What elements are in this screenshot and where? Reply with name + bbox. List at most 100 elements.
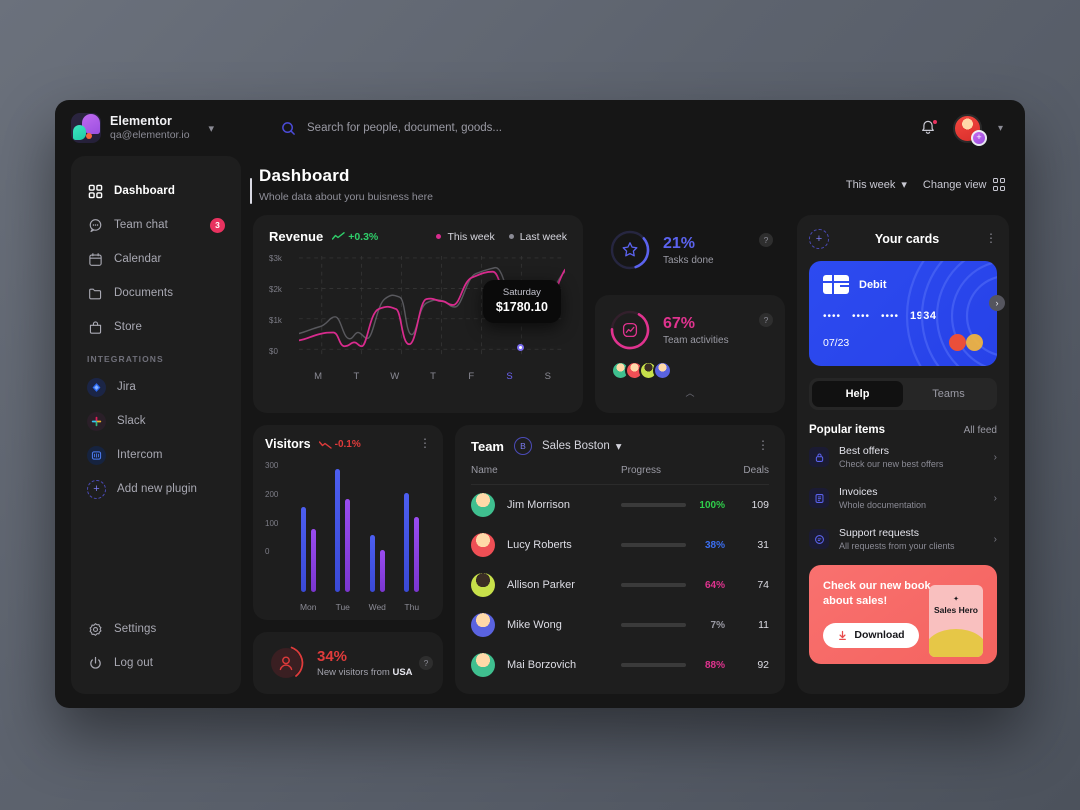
sidebar-item-intercom[interactable]: Intercom [71, 438, 241, 472]
kebab-menu-icon[interactable]: ⋮ [985, 232, 997, 244]
deals-value: 74 [757, 579, 769, 591]
popular-items-header: Popular items All feed [809, 424, 997, 436]
team-title: Team [471, 438, 504, 454]
grid-icon [87, 183, 103, 199]
tooltip-value: $1780.10 [495, 300, 548, 314]
sidebar-item-label: Calendar [114, 253, 162, 265]
topbar-actions: + ▾ [919, 113, 1003, 146]
bell-icon[interactable] [919, 119, 938, 137]
credit-cards-carousel: Debit •••• •••• •••• 1934 07/23 › [809, 249, 1005, 366]
add-card-button[interactable]: + [809, 229, 829, 249]
tasks-done-card[interactable]: 21% Tasks done ? [595, 215, 785, 285]
list-item-support-requests[interactable]: Support requests All requests from your … [809, 518, 997, 559]
table-row[interactable]: Mike Wong 7% 11 [471, 605, 769, 645]
search-input[interactable] [307, 122, 667, 134]
sidebar-item-log-out[interactable]: Log out [71, 646, 241, 680]
kebab-menu-icon[interactable]: ⋮ [419, 437, 431, 449]
plus-icon: + [972, 131, 985, 144]
credit-card[interactable]: Debit •••• •••• •••• 1934 07/23 [809, 261, 997, 366]
change-view-button[interactable]: Change view [923, 178, 1005, 191]
book-decoration [929, 629, 983, 657]
list-item-invoices[interactable]: Invoices Whole documentation › [809, 477, 997, 518]
chevron-down-icon[interactable]: ▾ [998, 123, 1003, 134]
book-cover: ✦ Sales Hero [929, 585, 983, 657]
revenue-card: Revenue +0.3% This week Last week $3k $2… [253, 215, 583, 413]
promo-text: Check our new book about sales! [823, 580, 931, 607]
avatar[interactable]: + [952, 113, 987, 146]
slack-icon [87, 411, 106, 431]
avatar [471, 573, 495, 597]
search-bar[interactable] [253, 121, 919, 136]
column-header-deals: Deals [743, 465, 769, 476]
trend-up-icon [332, 232, 345, 240]
sidebar-section-title: INTEGRATIONS [87, 354, 164, 364]
bar [300, 507, 306, 592]
brand-text: Elementor qa@elementor.io [110, 114, 190, 142]
sidebar-item-documents[interactable]: Documents [71, 276, 241, 310]
sidebar-item-store[interactable]: Store [71, 310, 241, 344]
avatar-add-badge[interactable]: + [970, 129, 987, 146]
avatar[interactable] [653, 361, 672, 380]
grid-view-icon [992, 178, 1005, 191]
table-row[interactable]: Mai Borzovich 88% 92 [471, 645, 769, 685]
bar [414, 516, 420, 592]
team-selector-label: Sales Boston [542, 440, 610, 452]
new-visitors-card[interactable]: 34% New visitors from USA ? [253, 632, 443, 694]
bottom-row: Visitors -0.1% ⋮ 300 200 100 0 Mon Tue W… [253, 425, 785, 694]
sidebar-item-jira[interactable]: Jira [71, 370, 241, 404]
deals-value: 92 [757, 659, 769, 671]
member-name: Mike Wong [507, 619, 562, 631]
team-selector[interactable]: Sales Boston ▾ [542, 439, 622, 453]
help-icon[interactable]: ? [759, 233, 773, 247]
visitors-bars [291, 465, 429, 592]
stats-column: 21% Tasks done ? 67% Team activities ? ︿ [595, 215, 785, 413]
legend-this-week: This week [436, 231, 495, 243]
visitors-header: Visitors -0.1% ⋮ [265, 437, 431, 451]
sidebar-item-calendar[interactable]: Calendar [71, 242, 241, 276]
help-icon[interactable]: ? [759, 313, 773, 327]
help-icon[interactable]: ? [419, 656, 433, 670]
table-row[interactable]: Allison Parker 64% 74 [471, 565, 769, 605]
chevron-down-icon[interactable]: ▾ [209, 122, 215, 135]
chevron-right-icon: › [993, 451, 997, 463]
tab-teams[interactable]: Teams [903, 381, 994, 407]
team-activities-card[interactable]: 67% Team activities ? ︿ [595, 295, 785, 413]
sidebar-item-add-new-plugin[interactable]: + Add new plugin [71, 472, 241, 506]
kebab-menu-icon[interactable]: ⋮ [757, 439, 769, 451]
bar [404, 492, 410, 592]
collapse-arrow-icon[interactable]: ︿ [609, 386, 771, 399]
list-item-text: Best offers Check our new best offers [839, 445, 944, 469]
promo-banner[interactable]: Check our new book about sales! Download… [809, 565, 997, 664]
brand[interactable]: Elementor qa@elementor.io ▾ [71, 113, 253, 143]
sidebar-item-label: Log out [114, 657, 154, 669]
sidebar-item-label: Dashboard [114, 185, 175, 197]
sidebar-item-slack[interactable]: Slack [71, 404, 241, 438]
chevron-down-icon: ▾ [901, 179, 907, 191]
page-title: Dashboard [259, 166, 350, 185]
intercom-icon [87, 445, 106, 465]
avatar [471, 653, 495, 677]
download-button[interactable]: Download [823, 622, 919, 648]
all-feed-link[interactable]: All feed [964, 425, 997, 436]
table-row[interactable]: Lucy Roberts 38% 31 [471, 525, 769, 565]
team-card: Team B Sales Boston ▾ ⋮ Name Progress De… [455, 425, 785, 694]
team-activity-avatars [609, 361, 771, 380]
period-selector[interactable]: This week ▾ [846, 178, 907, 192]
team-activities-label: Team activities [663, 334, 729, 346]
list-item-best-offers[interactable]: Best offers Check our new best offers › [809, 436, 997, 477]
table-row[interactable]: Jim Morrison 100% 109 [471, 485, 769, 525]
change-view-label: Change view [922, 178, 987, 191]
chat-icon [87, 217, 103, 233]
new-visitors-label: New visitors from USA [317, 667, 413, 678]
chevron-down-icon: ▾ [615, 441, 622, 453]
next-card-button[interactable]: › [989, 295, 1005, 311]
visitors-x-axis: Mon Tue Wed Thu [299, 602, 420, 612]
sidebar-item-settings[interactable]: Settings [71, 612, 241, 646]
sidebar-item-team-chat[interactable]: Team chat 3 [71, 208, 241, 242]
sidebar-item-label: Jira [117, 381, 136, 393]
tab-help[interactable]: Help [812, 381, 903, 407]
chart-tooltip: Saturday $1780.10 [482, 280, 561, 323]
progress-cell: 88% [621, 660, 725, 671]
sidebar-item-dashboard[interactable]: Dashboard [71, 174, 252, 208]
bar [379, 550, 385, 592]
